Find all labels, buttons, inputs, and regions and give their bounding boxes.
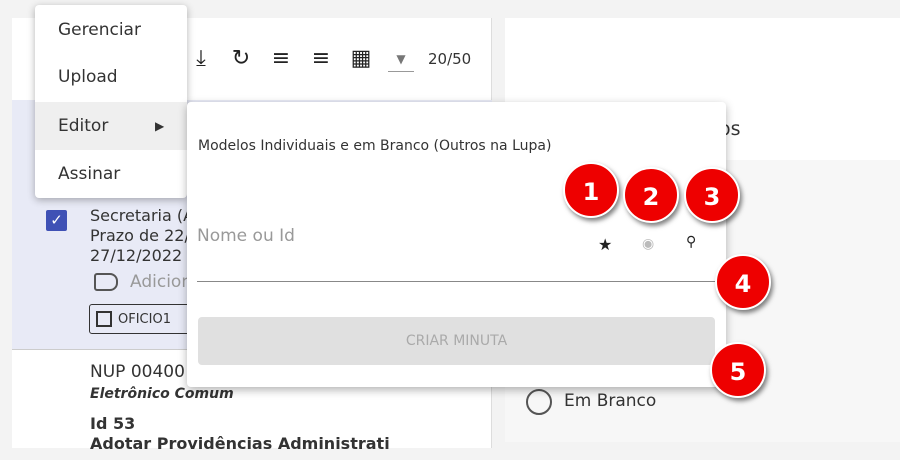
item-type: Eletrônico Comum xyxy=(90,386,234,402)
eye-icon[interactable]: ◉ xyxy=(642,236,654,252)
item-deadline: Prazo de 22/ xyxy=(90,226,190,245)
radio-label: Em Branco xyxy=(564,391,657,411)
menu-item-assinar[interactable]: Assinar xyxy=(35,150,187,198)
chevron-right-icon: ▶ xyxy=(155,119,165,133)
document-chip[interactable]: OFICIO1 xyxy=(89,304,199,334)
menu-item-upload[interactable]: Upload xyxy=(35,53,187,101)
badge-4: 4 xyxy=(715,254,771,310)
item-date: 27/12/2022 xyxy=(90,246,183,265)
editor-submenu: Modelos Individuais e em Branco (Outros … xyxy=(187,102,726,387)
document-name: OFICIO1 xyxy=(118,311,171,327)
radio-em-branco[interactable] xyxy=(526,389,552,415)
menu-item-gerenciar[interactable]: Gerenciar xyxy=(35,6,187,54)
refresh-icon[interactable]: ↻ xyxy=(228,46,254,72)
badge-3: 3 xyxy=(684,167,740,223)
submenu-title: Modelos Individuais e em Branco (Outros … xyxy=(198,138,552,154)
context-menu: Gerenciar Upload Editor ▶ Assinar xyxy=(35,5,187,198)
badge-2: 2 xyxy=(623,167,679,223)
item-desc: Adotar Providências Administrati xyxy=(90,434,390,453)
download-icon[interactable]: ⤓ xyxy=(188,46,214,72)
tag-icon xyxy=(94,273,118,291)
template-input[interactable]: Nome ou Id xyxy=(197,212,717,282)
star-icon[interactable]: ★ xyxy=(598,235,612,254)
menu-item-label: Editor xyxy=(58,116,109,136)
menu-item-editor[interactable]: Editor ▶ xyxy=(35,102,187,150)
pdf-icon xyxy=(96,311,112,327)
input-placeholder: Nome ou Id xyxy=(197,226,295,246)
grid-off-icon[interactable]: ▦ xyxy=(348,46,374,72)
sort-icon[interactable]: ≡ xyxy=(308,46,334,72)
badge-1: 1 xyxy=(563,162,619,218)
item-id: Id 53 xyxy=(90,414,136,433)
create-draft-button[interactable]: CRIAR MINUTA xyxy=(198,317,715,365)
checkbox[interactable]: ✓ xyxy=(46,210,67,231)
item-nup: NUP 00400 xyxy=(90,362,185,382)
dropdown-icon[interactable]: ▼ xyxy=(388,46,414,72)
search-icon[interactable]: ⚲ xyxy=(686,234,696,250)
item-unit: Secretaria (A xyxy=(90,206,195,225)
badge-5: 5 xyxy=(710,342,766,398)
page-count: 20/50 xyxy=(428,50,472,68)
add-tag[interactable]: Adicion xyxy=(130,272,192,292)
filter-icon[interactable]: ≡ xyxy=(268,46,294,72)
